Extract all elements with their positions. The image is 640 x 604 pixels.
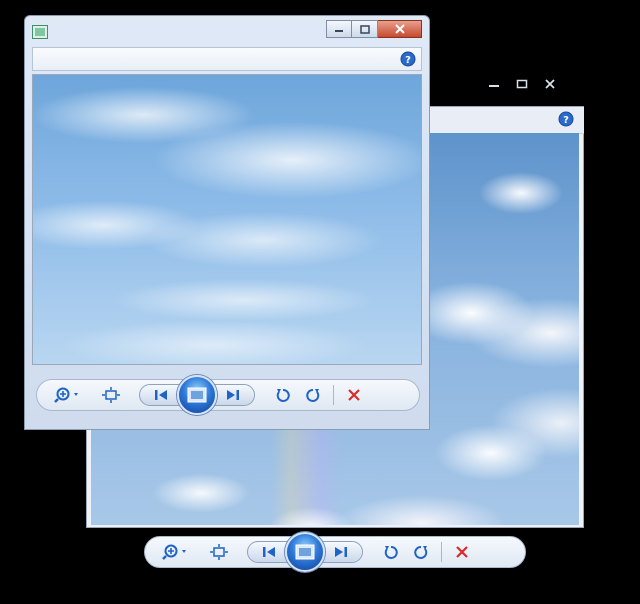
front-minimize-button[interactable] bbox=[326, 20, 352, 38]
slideshow-icon bbox=[187, 387, 207, 403]
slideshow-icon bbox=[295, 544, 315, 560]
next-button[interactable] bbox=[211, 384, 255, 406]
rotate-left-icon bbox=[276, 388, 290, 402]
previous-icon bbox=[263, 547, 275, 557]
back-maximize-button[interactable] bbox=[510, 77, 534, 91]
delete-icon bbox=[348, 389, 360, 401]
front-toolbar: ? bbox=[32, 47, 422, 71]
maximize-icon bbox=[516, 79, 528, 89]
previous-icon bbox=[155, 390, 167, 400]
slideshow-button[interactable] bbox=[285, 532, 325, 572]
zoom-button[interactable] bbox=[45, 381, 93, 409]
next-button[interactable] bbox=[319, 541, 363, 563]
delete-button[interactable] bbox=[340, 381, 368, 409]
next-icon bbox=[335, 547, 347, 557]
slideshow-button[interactable] bbox=[177, 375, 217, 415]
help-icon: ? bbox=[558, 111, 574, 127]
front-photo-viewer-window: ? bbox=[24, 15, 430, 430]
back-caption-buttons bbox=[482, 77, 562, 91]
photo-viewer-icon bbox=[32, 24, 48, 39]
front-maximize-button[interactable] bbox=[352, 20, 378, 38]
toolbar-separator bbox=[441, 542, 442, 562]
maximize-icon bbox=[359, 24, 370, 34]
rotate-clockwise-button[interactable] bbox=[407, 538, 435, 566]
front-help-button[interactable]: ? bbox=[400, 51, 416, 71]
rotate-right-icon bbox=[414, 545, 428, 559]
help-icon: ? bbox=[400, 51, 416, 67]
front-caption-buttons bbox=[326, 20, 422, 38]
delete-icon bbox=[456, 546, 468, 558]
zoom-icon bbox=[54, 387, 78, 403]
minimize-icon bbox=[489, 85, 499, 87]
svg-text:?: ? bbox=[405, 55, 411, 66]
back-control-bar bbox=[144, 532, 526, 572]
fit-to-window-icon bbox=[102, 387, 120, 403]
front-photo-display bbox=[32, 74, 422, 365]
navigation-group bbox=[247, 532, 363, 572]
toolbar-separator bbox=[333, 385, 334, 405]
close-icon bbox=[545, 79, 555, 89]
front-control-bar bbox=[36, 375, 420, 415]
navigation-group bbox=[139, 375, 255, 415]
minimize-icon bbox=[335, 30, 343, 32]
fit-to-window-button[interactable] bbox=[205, 538, 233, 566]
next-icon bbox=[227, 390, 239, 400]
rotate-clockwise-button[interactable] bbox=[299, 381, 327, 409]
back-minimize-button[interactable] bbox=[482, 77, 506, 91]
rotate-left-icon bbox=[384, 545, 398, 559]
svg-text:?: ? bbox=[563, 115, 569, 126]
rotate-counterclockwise-button[interactable] bbox=[377, 538, 405, 566]
fit-to-window-button[interactable] bbox=[97, 381, 125, 409]
back-help-button[interactable]: ? bbox=[558, 111, 574, 131]
fit-to-window-icon bbox=[210, 544, 228, 560]
zoom-icon bbox=[162, 544, 186, 560]
rotate-counterclockwise-button[interactable] bbox=[269, 381, 297, 409]
rotate-right-icon bbox=[306, 388, 320, 402]
close-icon bbox=[394, 24, 405, 34]
delete-button[interactable] bbox=[448, 538, 476, 566]
back-close-button[interactable] bbox=[538, 77, 562, 91]
front-close-button[interactable] bbox=[378, 20, 422, 38]
zoom-button[interactable] bbox=[153, 538, 201, 566]
back-toolbar: ? bbox=[427, 107, 584, 134]
